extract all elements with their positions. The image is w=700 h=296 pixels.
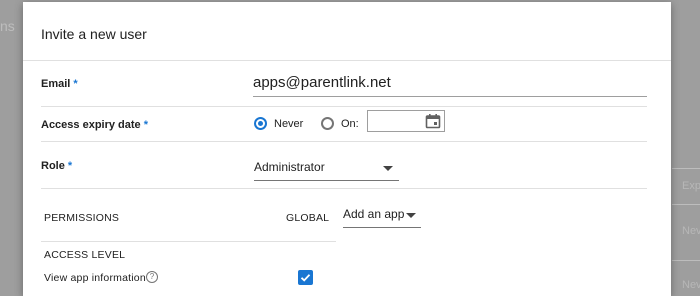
never-radio[interactable] <box>254 117 267 130</box>
background-text-fragment: ns <box>0 18 15 34</box>
on-date-radio-label[interactable]: On: <box>341 118 359 130</box>
role-select-underline <box>254 180 399 181</box>
chevron-down-icon[interactable] <box>383 166 393 171</box>
add-app-dropdown[interactable]: Add an app <box>343 207 404 221</box>
required-marker: * <box>73 78 78 90</box>
email-field[interactable]: apps@parentlink.net <box>253 74 391 91</box>
checkmark-icon <box>300 274 311 282</box>
never-radio-label[interactable]: Never <box>274 118 303 130</box>
question-circle-icon[interactable]: ? <box>146 271 158 283</box>
email-label: Email * <box>41 78 78 90</box>
view-app-information-checkbox[interactable] <box>298 270 313 285</box>
on-date-radio[interactable] <box>321 117 334 130</box>
permissions-header: PERMISSIONS <box>44 212 120 224</box>
divider <box>41 241 336 242</box>
expiry-date-input[interactable] <box>367 110 445 132</box>
view-app-information-label: View app information <box>44 272 146 284</box>
required-marker: * <box>67 160 73 172</box>
chevron-down-icon[interactable] <box>406 213 416 218</box>
calendar-icon[interactable] <box>425 113 441 129</box>
dialog-title: Invite a new user <box>41 26 147 42</box>
invite-user-dialog: Invite a new user Email * apps@parentlin… <box>23 2 671 296</box>
required-marker: * <box>143 119 149 131</box>
background-divider <box>672 204 700 205</box>
background-cell: Exp <box>682 180 700 192</box>
background-divider <box>672 260 700 261</box>
role-label: Role * <box>41 160 73 172</box>
role-select[interactable]: Administrator <box>254 160 325 174</box>
background-divider <box>672 168 700 169</box>
access-level-header: ACCESS LEVEL <box>44 249 126 261</box>
divider <box>41 188 647 189</box>
permissions-scope-label: GLOBAL <box>286 212 330 224</box>
access-expiry-label: Access expiry date * <box>41 119 149 131</box>
background-right-column <box>672 0 700 294</box>
add-app-underline <box>343 227 421 228</box>
divider <box>23 60 671 61</box>
divider <box>41 141 647 142</box>
email-field-underline <box>253 96 647 97</box>
background-cell: Nev <box>682 279 700 291</box>
background-cell: Nev <box>682 225 700 237</box>
divider <box>41 106 647 107</box>
